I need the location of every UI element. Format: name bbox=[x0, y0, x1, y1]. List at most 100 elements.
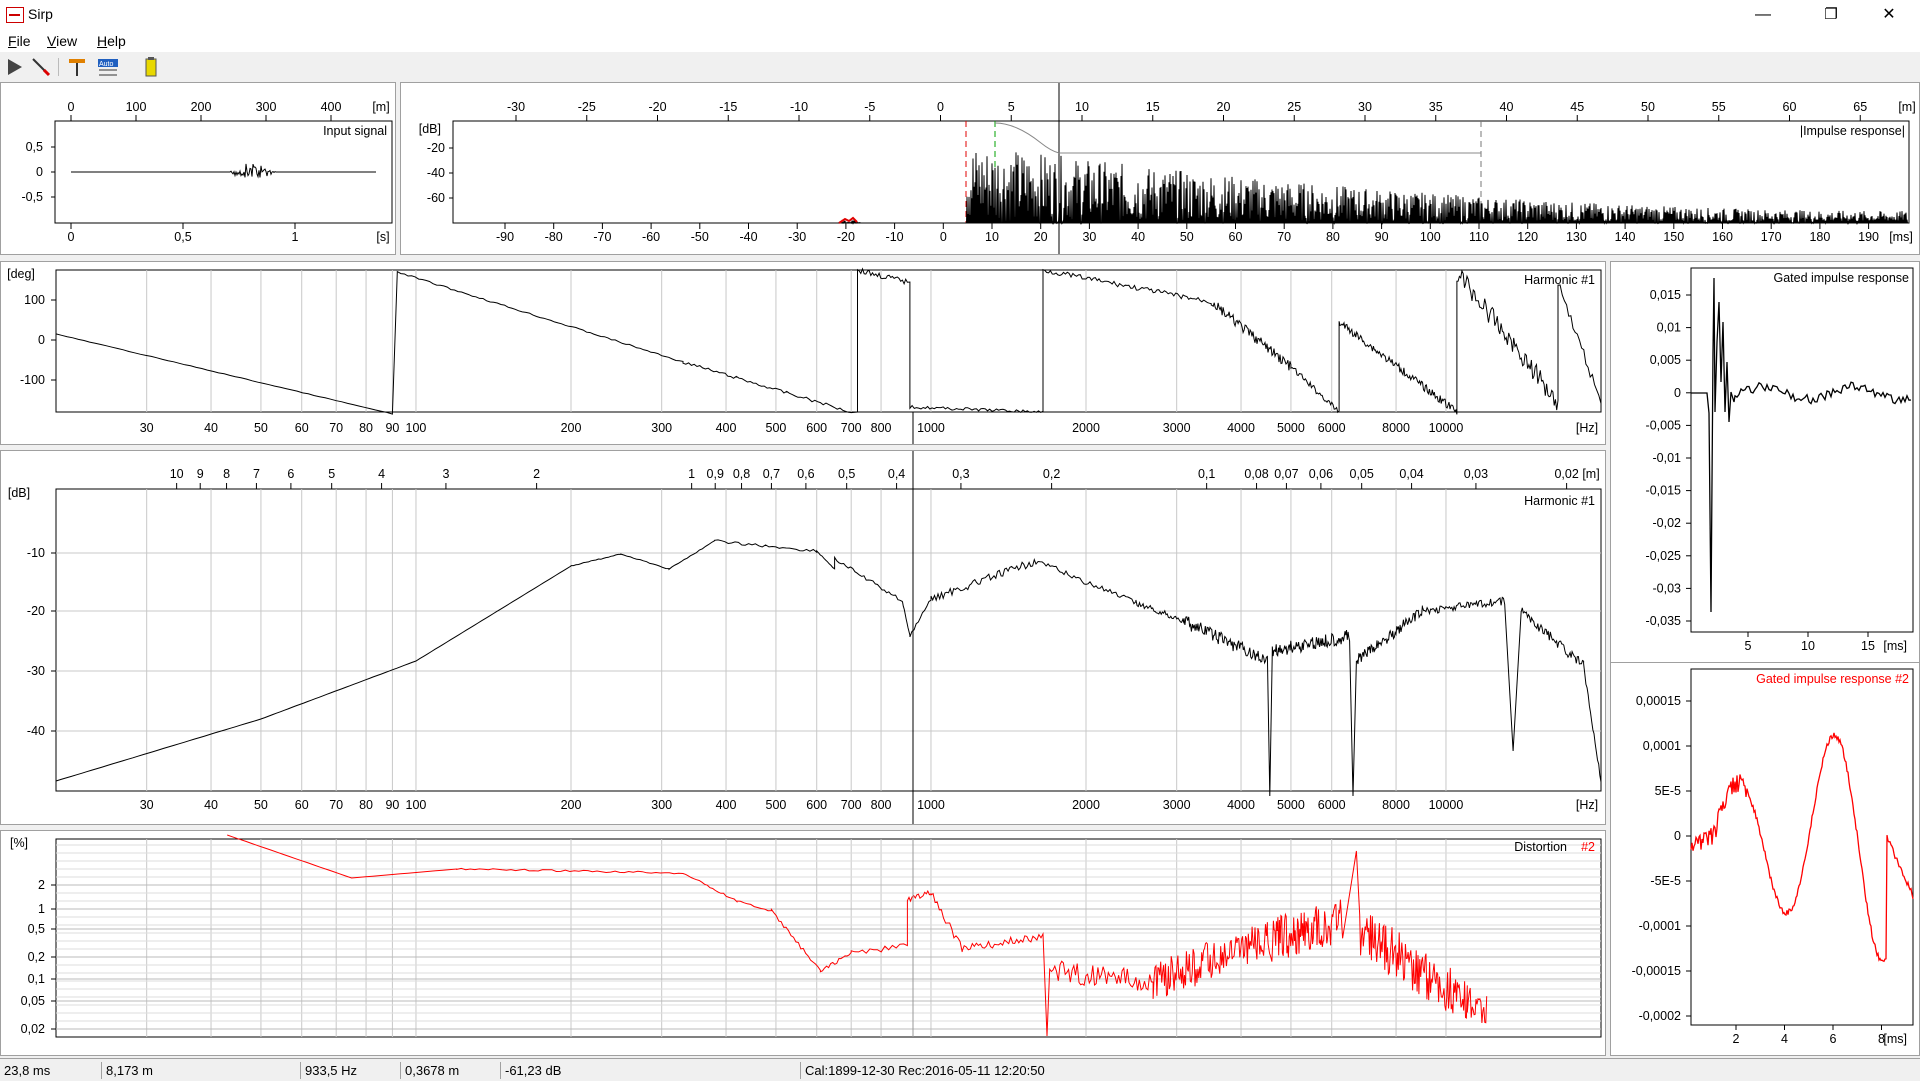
tick-label: 80 bbox=[1326, 230, 1340, 244]
plot-frame bbox=[55, 488, 1602, 792]
marker-icon[interactable] bbox=[66, 56, 88, 78]
tick-label: -0,03 bbox=[1653, 581, 1682, 595]
tick-label: 300 bbox=[651, 798, 672, 812]
tick-label: 0 bbox=[68, 100, 75, 114]
tick-label: 0,2 bbox=[28, 950, 45, 964]
tick-label: 0 bbox=[1674, 386, 1681, 400]
tick-label: 0,015 bbox=[1650, 288, 1681, 302]
tick-label: 20 bbox=[1034, 230, 1048, 244]
minimize-button[interactable]: — bbox=[1740, 0, 1786, 30]
app-icon bbox=[6, 7, 24, 23]
tick-label: 40 bbox=[204, 421, 218, 435]
tick-label: [dB] bbox=[8, 486, 30, 500]
tick-label: 4000 bbox=[1227, 421, 1255, 435]
tick-label: 400 bbox=[716, 421, 737, 435]
distortion-panel-plot: 2 1 0,5 0,2 0,1 0,05 0,02 [%] Distortion #2 bbox=[10, 834, 1602, 1038]
phase-panel-plot: 30 40 50 60 70 80 90 100 200 300 400 500 600 700 800 10… bbox=[7, 267, 1602, 444]
gated-impulse-panel[interactable]: 0,015 0,01 0,005 0 -0,005 -0,01 -0,015 -0,02 -0,… bbox=[1610, 261, 1920, 663]
tick-label: 5E-5 bbox=[1655, 784, 1681, 798]
tick-label: 180 bbox=[1809, 230, 1830, 244]
plot-frame bbox=[1690, 668, 1914, 1026]
window-curve bbox=[994, 122, 1481, 154]
pen-icon[interactable] bbox=[30, 56, 52, 78]
tick-label: 0,5 bbox=[838, 467, 855, 481]
panel-title: Harmonic #1 bbox=[1524, 494, 1595, 508]
tick-label: 0,5 bbox=[28, 922, 45, 936]
tick-label: 50 bbox=[254, 421, 268, 435]
tick-label: 700 bbox=[841, 798, 862, 812]
tick-label: 6 bbox=[1830, 1032, 1837, 1046]
tick-label: [deg] bbox=[7, 267, 35, 281]
tick-label: 3 bbox=[442, 467, 449, 481]
tick-label: 100 bbox=[126, 100, 147, 114]
tick-label: 30 bbox=[1358, 100, 1372, 114]
tick-label: 10000 bbox=[1429, 798, 1464, 812]
tick-label: 50 bbox=[254, 798, 268, 812]
tick-label: 0 bbox=[38, 333, 45, 347]
title-bar: Sirp — ❐ ✕ bbox=[0, 0, 1920, 30]
tick-label: -20 bbox=[27, 604, 45, 618]
tick-label: 1000 bbox=[917, 421, 945, 435]
tick-label: 0,0001 bbox=[1643, 739, 1681, 753]
phase-panel[interactable]: 30 40 50 60 70 80 90 100 200 300 400 500 600 700 800 10… bbox=[0, 261, 1606, 445]
distortion-panel[interactable]: 2 1 0,5 0,2 0,1 0,05 0,02 [%] Distortion #2 bbox=[0, 830, 1606, 1056]
menu-file[interactable]: File bbox=[8, 33, 31, 49]
play-icon[interactable] bbox=[4, 56, 26, 78]
tick-label: 0 bbox=[68, 230, 75, 244]
tick-label: 0,02 bbox=[1554, 467, 1578, 481]
menu-help[interactable]: Help bbox=[97, 33, 126, 49]
tick-label: 100 bbox=[406, 798, 427, 812]
tick-label: -0,035 bbox=[1646, 614, 1681, 628]
tick-label: 10 bbox=[1801, 639, 1815, 653]
tick-label: 190 bbox=[1858, 230, 1879, 244]
battery-icon[interactable] bbox=[140, 56, 162, 78]
tick-label: [dB] bbox=[419, 122, 441, 136]
close-button[interactable]: ✕ bbox=[1866, 0, 1912, 30]
tick-label: 600 bbox=[806, 798, 827, 812]
gated-impulse-2-panel[interactable]: 0,00015 0,0001 5E-5 0 -5E-5 -0,0001 -0,00015 -0… bbox=[1610, 662, 1920, 1056]
phase-trace bbox=[55, 267, 1602, 415]
tick-label: 300 bbox=[256, 100, 277, 114]
tick-label: 150 bbox=[1663, 230, 1684, 244]
input-signal-trace bbox=[71, 163, 376, 179]
panel-title: Input signal bbox=[323, 124, 387, 138]
tick-label: 0,7 bbox=[763, 467, 780, 481]
tick-label: 800 bbox=[871, 421, 892, 435]
input-signal-panel[interactable]: 0 100 200 300 400 [m] 0 0,5 1 [s] 0,5 0 -0,5 Input si… bbox=[0, 82, 396, 255]
tick-label: -0,01 bbox=[1653, 451, 1682, 465]
tick-label: 60 bbox=[1783, 100, 1797, 114]
menu-view[interactable]: View bbox=[47, 33, 77, 49]
tick-label: 1 bbox=[292, 230, 299, 244]
tick-label: 0,06 bbox=[1309, 467, 1333, 481]
tick-label: [Hz] bbox=[1576, 798, 1598, 812]
impulse-response-panel[interactable]: -30 -25 -20 -15 -10 -5 0 5 10 15 20 25 30 35 40 45 50 55 6… bbox=[400, 82, 1920, 255]
tick-label: 200 bbox=[561, 798, 582, 812]
magnitude-trace bbox=[55, 539, 1602, 797]
auto-scale-icon[interactable]: Auto bbox=[96, 56, 118, 78]
tick-label: 40 bbox=[1500, 100, 1514, 114]
tick-label: 80 bbox=[359, 798, 373, 812]
tick-label: 10000 bbox=[1429, 421, 1464, 435]
tick-label: 4000 bbox=[1227, 798, 1255, 812]
tick-label: 2 bbox=[38, 878, 45, 892]
maximize-button[interactable]: ❐ bbox=[1808, 0, 1854, 30]
tick-label: 0 bbox=[937, 100, 944, 114]
status-bar: 23,8 ms 8,173 m 933,5 Hz 0,3678 m -61,23… bbox=[0, 1058, 1920, 1081]
tick-label: 110 bbox=[1469, 230, 1489, 244]
magnitude-panel[interactable]: 30 40 50 60 70 80 90 100 200 300 400 500 600 700 800 10… bbox=[0, 450, 1606, 825]
tick-label: 30 bbox=[140, 798, 154, 812]
tick-label: -30 bbox=[788, 230, 806, 244]
tick-label: [m] bbox=[1582, 467, 1599, 481]
tick-label: 9 bbox=[197, 467, 204, 481]
tick-label: -20 bbox=[837, 230, 855, 244]
tick-label: 70 bbox=[1277, 230, 1291, 244]
tick-label: 60 bbox=[295, 798, 309, 812]
tick-label: 5000 bbox=[1277, 421, 1305, 435]
tick-label: [s] bbox=[376, 230, 389, 244]
tick-label: 200 bbox=[191, 100, 212, 114]
panel-title: Distortion bbox=[1514, 840, 1567, 854]
tick-label: -10 bbox=[886, 230, 904, 244]
tick-label: 65 bbox=[1853, 100, 1867, 114]
impulse-response-panel-plot: -30 -25 -20 -15 -10 -5 0 5 10 15 20 25 30 35 40 45 50 55 6… bbox=[419, 83, 1916, 254]
tick-label: 300 bbox=[651, 421, 672, 435]
